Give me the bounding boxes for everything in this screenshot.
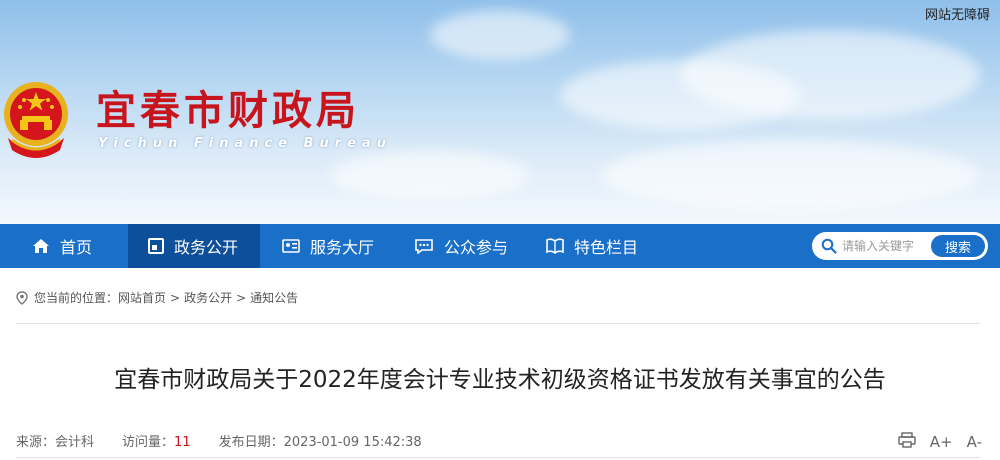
location-pin-icon: [16, 290, 28, 305]
book-icon: [546, 238, 564, 254]
cloud-decoration: [330, 150, 530, 200]
article-meta: 来源：会计科 访问量：11 发布日期：2023-01-09 15:42:38: [16, 431, 450, 450]
print-button[interactable]: [898, 432, 916, 452]
article-source: 来源：会计科: [16, 431, 94, 450]
national-emblem-icon: [4, 82, 68, 158]
breadcrumb-link-home[interactable]: 网站首页: [118, 289, 166, 306]
breadcrumb-prefix: 您当前的位置：: [34, 291, 119, 305]
print-icon: [898, 432, 916, 448]
date-value: 2023-01-09 15:42:38: [283, 435, 422, 450]
breadcrumb-link-government-affairs[interactable]: 政务公开: [184, 289, 232, 306]
font-decrease-button[interactable]: A-: [967, 433, 982, 451]
home-icon: [33, 239, 49, 253]
hits-label: 访问量：: [122, 435, 175, 450]
chat-bubble-icon: [415, 239, 433, 254]
nav-item-public-participation[interactable]: 公众参与: [414, 224, 508, 268]
nav-item-home[interactable]: 首页: [32, 224, 92, 268]
search-button[interactable]: 搜索: [931, 235, 985, 257]
search-icon: [821, 238, 837, 254]
breadcrumb: 您当前的位置： 网站首页 > 政务公开 > 通知公告: [16, 289, 298, 306]
cloud-decoration: [430, 10, 570, 60]
breadcrumb-separator: >: [170, 290, 181, 305]
nav-item-label: 服务大厅: [310, 238, 375, 257]
breadcrumb-link-notices[interactable]: 通知公告: [250, 289, 298, 306]
accessibility-link[interactable]: 网站无障碍: [925, 4, 990, 23]
search-input[interactable]: [842, 237, 934, 255]
article-title: 宜春市财政局关于2022年度会计专业技术初级资格证书发放有关事宜的公告: [114, 367, 886, 393]
nav-item-service-hall[interactable]: 服务大厅: [282, 224, 374, 268]
breadcrumb-separator: >: [236, 290, 247, 305]
search-box: 搜索: [812, 232, 988, 260]
source-label: 来源：: [16, 435, 56, 450]
nav-item-label: 公众参与: [444, 238, 509, 257]
cloud-decoration: [680, 30, 980, 120]
nav-item-government-affairs[interactable]: 政务公开: [128, 224, 260, 268]
article-date: 发布日期：2023-01-09 15:42:38: [219, 431, 422, 450]
cloud-decoration: [600, 140, 980, 210]
nav-item-featured-columns[interactable]: 特色栏目: [546, 224, 638, 268]
document-icon: [148, 238, 164, 254]
article-tools: A+ A-: [898, 432, 982, 452]
nav-item-label: 首页: [60, 238, 93, 257]
site-subtitle: Yichun Finance Bureau: [98, 136, 392, 151]
divider: [16, 457, 980, 458]
source-value: 会计科: [55, 435, 95, 450]
date-label: 发布日期：: [218, 435, 284, 450]
nav-item-label: 政务公开: [174, 238, 239, 257]
id-card-icon: [282, 239, 300, 253]
divider: [16, 323, 980, 324]
font-increase-button[interactable]: A+: [930, 433, 953, 451]
nav-item-label: 特色栏目: [574, 238, 639, 257]
hits-value: 11: [174, 435, 191, 450]
article-hits: 访问量：11: [122, 431, 191, 450]
site-title: 宜春市财政局: [96, 87, 360, 134]
